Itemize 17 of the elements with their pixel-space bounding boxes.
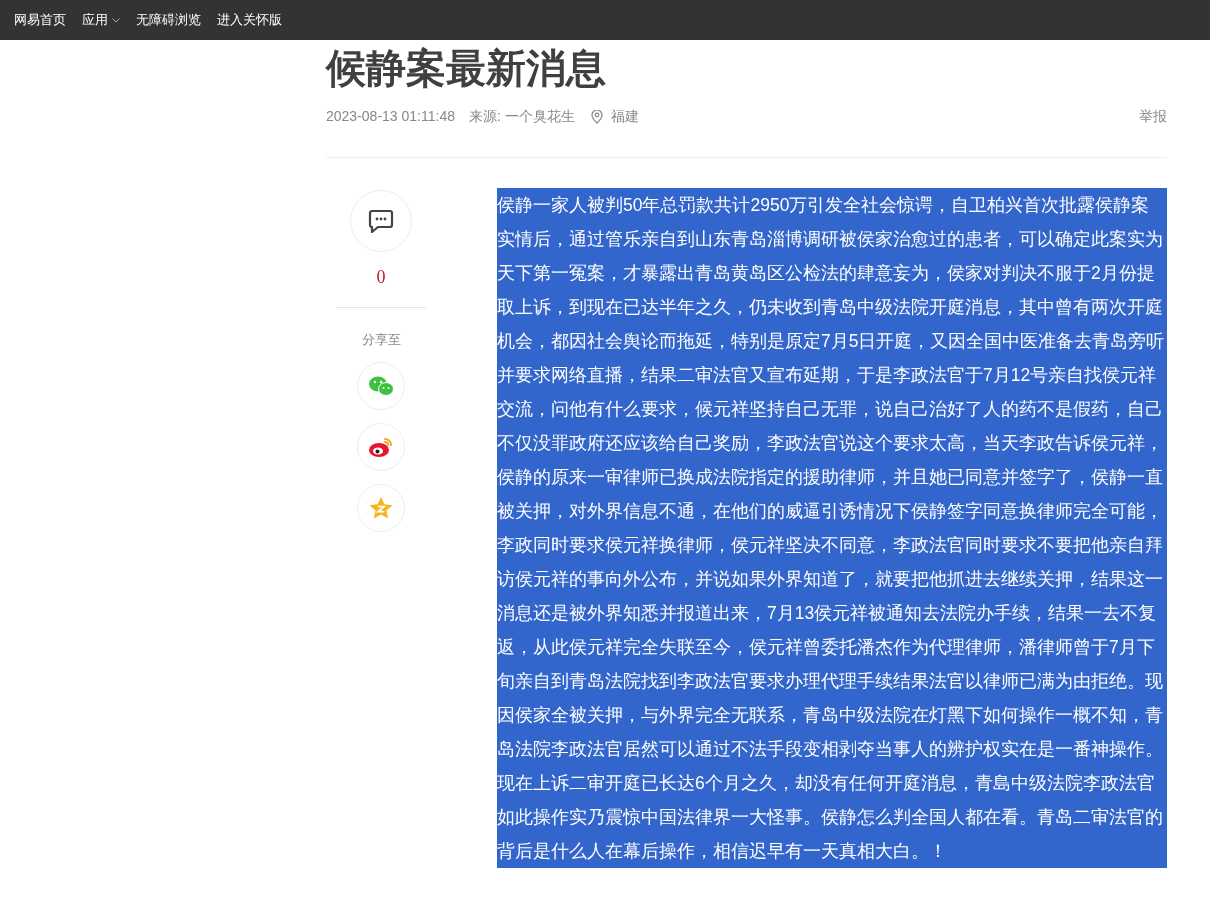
comment-count: 0 (376, 266, 386, 289)
source-text: 来源: 一个臭花生 (468, 107, 575, 126)
nav-link[interactable]: 网易首页 (14, 10, 66, 30)
article-title: 候静案最新消息 (326, 45, 607, 92)
article-paragraph: 侯静一家人被判50年总罚款共计2950万引发全社会惊谔，自卫柏兴首次批露侯静案实情后，通过管乐亲自到山东青岛淄博调研被侯家治愈过的患者，可以确定此案实为天下第一冤案，才暴露出青岛黄岛区公检法的肆意妄为，侯家对判决不服于2月份提取上诉，到现在已达半年之久，仍未收到青岛中级法院开庭消息，其中曾有两次开庭机会，都因社会舆论而拖延，特别是原定7月5日开庭，又因全国中医准备去青岛旁听并要求网络直播，结果二审法官又宣布延期，于是李政法官于7月12号亲自找侯元祥交流，问他有什么要求，候元祥坚持自己无罪，说自己治好了人的药不是假药，自己不仅没罪政府还应该给自己奖励，李政法官说这个要求太高，当天李政告诉侯元祥，侯静的原来一审律师已换成法院指定的援助律师，并且她已同意并签字了，侯静一直被关押，对外界信息不通，在他们的威逼引诱情况下侯静签字同意换律师完全可能，李政同时要求侯元祥换律师，侯元祥坚决不同意，李政法官同时要求不要把他亲自拜访侯元祥的事向外公布，并说如果外界知道了，就要把他抓进去继续关押，结果这一消息还是被外界知悉并报道出来，7月13侯元祥被通知去法院办手续，结果一去不复返，从此侯元祥完全失联至今，侯元祥曾委托潘杰作为代理律师，潘律师曾于7月下旬亲自到青岛法院找到李政法官要求办理代理手续结果法官以律师已满为由拒绝。现因侯家全被关押，与外界完全无联系，青岛中级法院在灯黑下如何操作一概不知，青岛法院李政法官居然可以通过不法手段变相剥夺当事人的辨护权实在是一番神操作。现在上诉二审开庭已长达6个月之久，却没有任何开庭消息，青島中级法院李政法官如此操作实乃震惊中国法律界一大怪事。侯静怎么判全国人都在看。青岛二审法官的背后是什么人在幕后操作，相信迟早有一天真相大白。！ (497, 188, 1167, 868)
nav-link[interactable]: 进入关怀版 (217, 10, 282, 30)
star-icon (368, 495, 394, 520)
publish-date: 2023-08-13 01:11:48 (326, 107, 455, 126)
nav-link[interactable]: 无障碍浏览 (136, 10, 201, 30)
nav-link[interactable]: 应用 (82, 10, 120, 30)
share-label: 分享至 (361, 331, 401, 349)
location-text: 福建 (610, 107, 639, 126)
comment-icon (368, 209, 394, 233)
chat-bubbles-icon (368, 374, 394, 397)
eye-logo-icon (368, 435, 394, 458)
location-pin-icon (590, 109, 603, 124)
report-link[interactable]: 举报 (1139, 106, 1167, 127)
